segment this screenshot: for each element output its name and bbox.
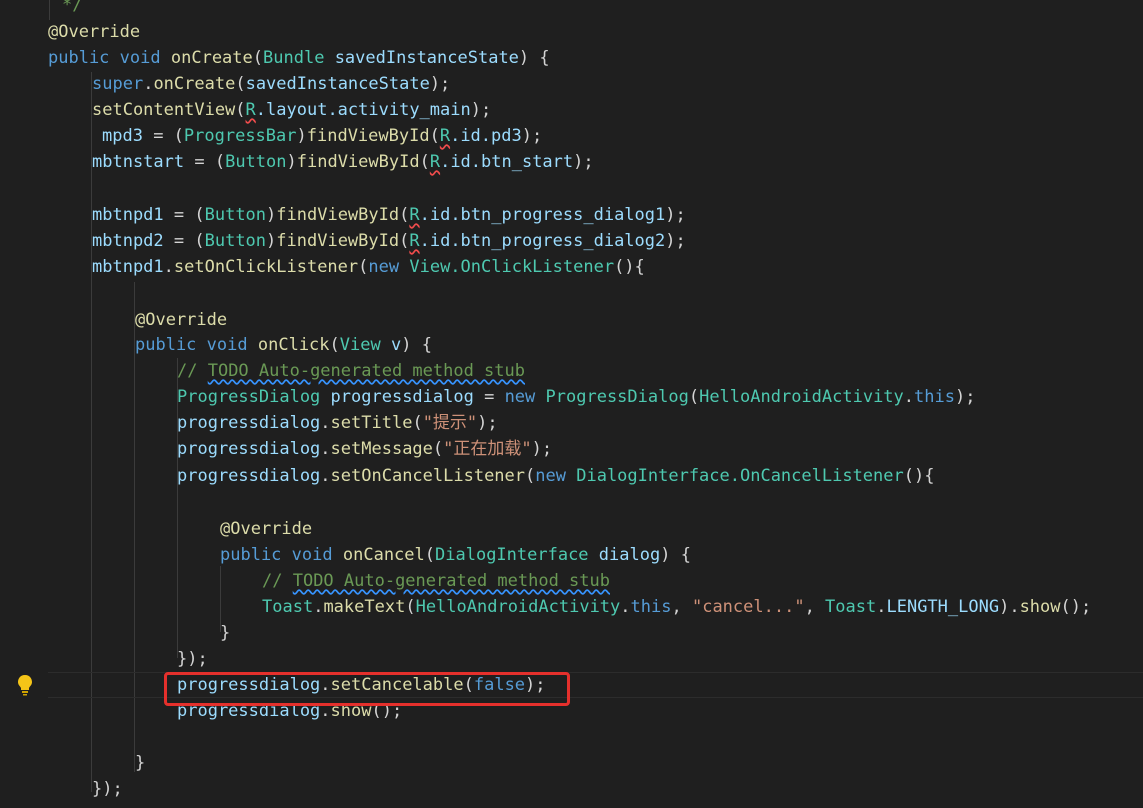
code-line: public void onCreate(Bundle savedInstanc… [48,48,550,68]
code-line: Toast.makeText(HelloAndroidActivity.this… [262,597,1092,617]
code-line: }); [92,779,123,799]
indent-guide [49,0,50,20]
code-line: }); [177,649,208,669]
annotation-highlight-box [164,672,570,706]
code-line: } [135,753,146,773]
code-line: mbtnpd1.setOnClickListener(new View.OnCl… [92,257,645,277]
code-line: // TODO Auto-generated method stub [262,571,610,591]
lightbulb-icon[interactable] [15,673,35,697]
code-line: mbtnstart = (Button)findViewById(R.id.bt… [92,152,594,172]
code-line: @Override [135,310,228,330]
code-line: public void onCancel(DialogInterface dia… [220,545,691,565]
code-line: } [220,623,231,643]
code-line: // TODO Auto-generated method stub [177,361,525,381]
code-line: */ [62,0,83,15]
code-line: @Override [48,22,141,42]
code-line: mbtnpd1 = (Button)findViewById(R.id.btn_… [92,205,686,225]
code-line: mpd3 = (ProgressBar)findViewById(R.id.pd… [102,126,543,146]
code-line: super.onCreate(savedInstanceState); [92,74,451,94]
code-line: progressdialog.setOnCancelListener(new D… [177,466,935,486]
code-line: mbtnpd2 = (Button)findViewById(R.id.btn_… [92,231,686,251]
code-line: progressdialog.setTitle("提示"); [177,413,498,433]
code-line: @Override [220,519,313,539]
code-editor[interactable]: */ @Override public void onCreate(Bundle… [0,0,1143,808]
code-line: setContentView(R.layout.activity_main); [92,100,492,120]
code-line: public void onClick(View v) { [135,335,432,355]
code-line: ProgressDialog progressdialog = new Prog… [177,387,976,407]
code-line: progressdialog.setMessage("正在加载"); [177,439,553,459]
